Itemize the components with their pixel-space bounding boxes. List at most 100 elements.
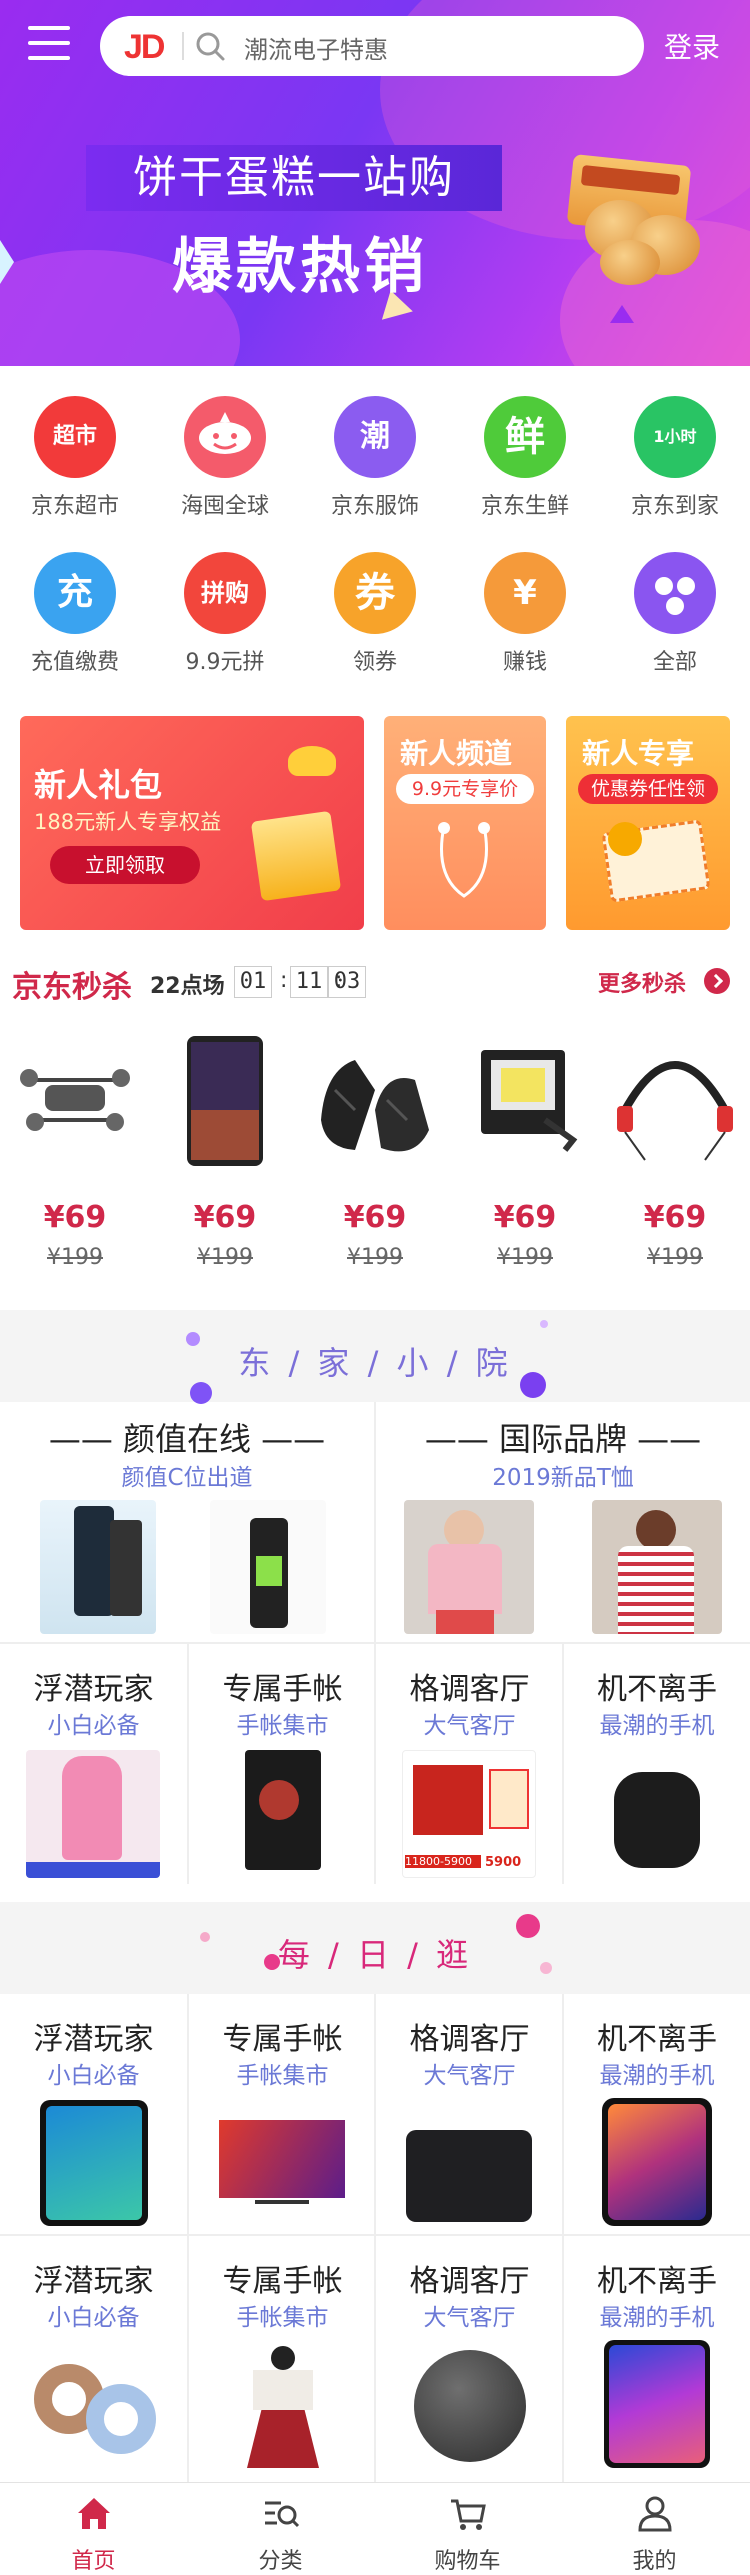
- daily-cell[interactable]: 专属手帐 手帐集市: [189, 2236, 376, 2482]
- courtyard-cell[interactable]: 格调客厅 大气客厅 11800-5900 5900: [376, 1644, 563, 1884]
- daily-cell[interactable]: 浮潜玩家 小白必备: [0, 2236, 187, 2482]
- basketball-image: [414, 2350, 526, 2462]
- nav-item-earn[interactable]: ¥ 赚钱: [450, 552, 600, 676]
- television-image: [215, 2104, 349, 2214]
- courtyard-left-card[interactable]: —— 颜值在线 —— 颜值C位出道: [0, 1402, 374, 1642]
- iphone-image: [602, 2098, 712, 2226]
- model-striped-shirt-image: [592, 1500, 722, 1634]
- tab-cart[interactable]: 购物车: [374, 2483, 561, 2574]
- colon: :: [280, 968, 288, 993]
- clock-icon: 1小时: [634, 396, 716, 478]
- daily-cell[interactable]: 格调客厅 大气客厅: [376, 1994, 563, 2234]
- nav-item-supermarket[interactable]: 超市 京东超市: [0, 396, 150, 520]
- nav-label: 京东到家: [630, 494, 719, 519]
- seckill-slot: 22点场: [150, 974, 225, 999]
- cell-subtitle: 最潮的手机: [599, 2063, 715, 2089]
- cell-title: 格调客厅: [409, 2264, 530, 2299]
- tab-category[interactable]: 分类: [187, 2483, 374, 2574]
- hero-banner[interactable]: JD 潮流电子特惠 登录 饼干蛋糕一站购 爆款热销: [0, 0, 750, 366]
- menu-icon[interactable]: [28, 26, 70, 62]
- courtyard-cell[interactable]: 机不离手 最潮的手机: [564, 1644, 750, 1884]
- promo-pill: 优惠券任性领: [578, 774, 718, 804]
- search-bar[interactable]: JD 潮流电子特惠: [100, 16, 644, 76]
- nav-item-delivery[interactable]: 1小时 京东到家: [600, 396, 750, 520]
- cell-title: 机不离手: [597, 2264, 717, 2299]
- daily-cell[interactable]: 浮潜玩家 小白必备: [0, 1994, 187, 2234]
- tab-home[interactable]: 首页: [0, 2483, 187, 2574]
- seckill-title: 京东秒杀: [12, 970, 132, 1005]
- cell-title: 格调客厅: [409, 2022, 530, 2057]
- nav-label: 领券: [352, 650, 397, 675]
- cell-title: 浮潜玩家: [33, 1672, 154, 1707]
- nav-item-fresh[interactable]: 鲜 京东生鲜: [450, 396, 600, 520]
- daily-header: 每 / 日 / 逛: [0, 1902, 750, 1994]
- seckill-header: 京东秒杀 22点场 01 : 11 : 03 更多秒杀: [0, 956, 750, 1006]
- cell-subtitle: 手帐集市: [236, 2305, 329, 2331]
- cell-subtitle: 最潮的手机: [599, 2305, 715, 2331]
- chevron-right-icon[interactable]: [704, 968, 730, 994]
- card-title: —— 颜值在线 ——: [48, 1420, 326, 1458]
- courtyard-right-card[interactable]: —— 国际品牌 —— 2019新品T恤: [376, 1402, 750, 1642]
- cell-title: 浮潜玩家: [33, 2022, 154, 2057]
- nav-item-recharge[interactable]: 充 充值缴费: [0, 552, 150, 676]
- nav-item-pingou[interactable]: 拼购 9.9元拼: [150, 552, 300, 676]
- cell-title: 格调客厅: [409, 1672, 530, 1707]
- courtyard-cell[interactable]: 浮潜玩家 小白必备: [0, 1644, 187, 1884]
- facial-cleanser-image: [40, 1500, 156, 1634]
- daily-cell[interactable]: 格调客厅 大气客厅: [376, 2236, 563, 2482]
- promo-new-exclusive[interactable]: 新人专享 优惠券任性领: [566, 716, 730, 930]
- category-search-icon: [265, 2501, 300, 2528]
- top-bar: JD 潮流电子特惠 登录: [0, 0, 750, 90]
- claim-button[interactable]: 立即领取: [50, 846, 200, 884]
- nav-item-fashion[interactable]: 潮 京东服饰: [300, 396, 450, 520]
- daily-cell[interactable]: 机不离手 最潮的手机: [564, 2236, 750, 2482]
- earphones-icon: [438, 822, 490, 898]
- cell-subtitle: 小白必备: [47, 1713, 140, 1739]
- promo-price-tag: 5900: [485, 1855, 522, 1870]
- decor-triangle: [0, 240, 14, 284]
- old-price: ¥199: [497, 1245, 553, 1270]
- courtyard-cell[interactable]: 专属手帐 手帐集市: [189, 1644, 376, 1884]
- search-input[interactable]: 潮流电子特惠: [244, 30, 388, 65]
- jd-logo: JD: [124, 28, 165, 66]
- phone-image: [40, 2100, 148, 2226]
- seckill-item[interactable]: ¥69 ¥199: [450, 1025, 600, 1285]
- nav-item-global[interactable]: 海囤全球: [150, 396, 300, 520]
- price: ¥69: [43, 1200, 107, 1235]
- cell-title: 专属手帐: [222, 1672, 343, 1707]
- old-price: ¥199: [197, 1245, 253, 1270]
- promo-new-channel[interactable]: 新人频道 9.9元专享价: [384, 716, 546, 930]
- money-bag-icon: ¥: [484, 552, 566, 634]
- promo-title: 新人频道: [400, 737, 513, 770]
- tab-label: 分类: [258, 2549, 303, 2574]
- wetsuit-image: [26, 1750, 160, 1878]
- home-icon: [78, 2498, 110, 2529]
- promo-new-user-gift[interactable]: 新人礼包 188元新人专享权益 立即领取: [20, 716, 364, 930]
- nav-label: 全部: [652, 650, 697, 675]
- promo-title: 新人专享: [582, 737, 695, 770]
- nav-item-all[interactable]: 全部: [600, 552, 750, 676]
- more-seckill-link[interactable]: 更多秒杀: [598, 966, 686, 998]
- login-button[interactable]: 登录: [664, 26, 720, 66]
- price: ¥69: [643, 1200, 707, 1235]
- price: ¥69: [193, 1200, 257, 1235]
- seckill-item[interactable]: ¥69 ¥199: [150, 1025, 300, 1285]
- section-title: 东 / 家 / 小 / 院: [238, 1344, 512, 1382]
- seckill-item[interactable]: ¥69 ¥199: [600, 1025, 750, 1285]
- earphones-icon: [617, 1061, 733, 1161]
- nav-item-coupon[interactable]: 券 领券: [300, 552, 450, 676]
- cell-subtitle: 手帐集市: [236, 2063, 329, 2089]
- tab-profile[interactable]: 我的: [561, 2483, 748, 2574]
- cell-subtitle: 大气客厅: [423, 1713, 516, 1739]
- nav-label: 9.9元拼: [185, 650, 265, 675]
- card-subtitle: 颜值C位出道: [121, 1465, 253, 1491]
- cell-subtitle: 最潮的手机: [599, 1713, 715, 1739]
- seckill-item[interactable]: ¥69 ¥199: [300, 1025, 450, 1285]
- cell-title: 机不离手: [597, 2022, 717, 2057]
- card-subtitle: 2019新品T恤: [492, 1465, 634, 1491]
- daily-cell[interactable]: 机不离手 最潮的手机: [564, 1994, 750, 2234]
- daily-cell[interactable]: 专属手帐 手帐集市: [189, 1994, 376, 2234]
- courtyard-header: 东 / 家 / 小 / 院: [0, 1310, 750, 1404]
- nav-label: 赚钱: [502, 650, 547, 675]
- seckill-item[interactable]: ¥69 ¥199: [0, 1025, 150, 1285]
